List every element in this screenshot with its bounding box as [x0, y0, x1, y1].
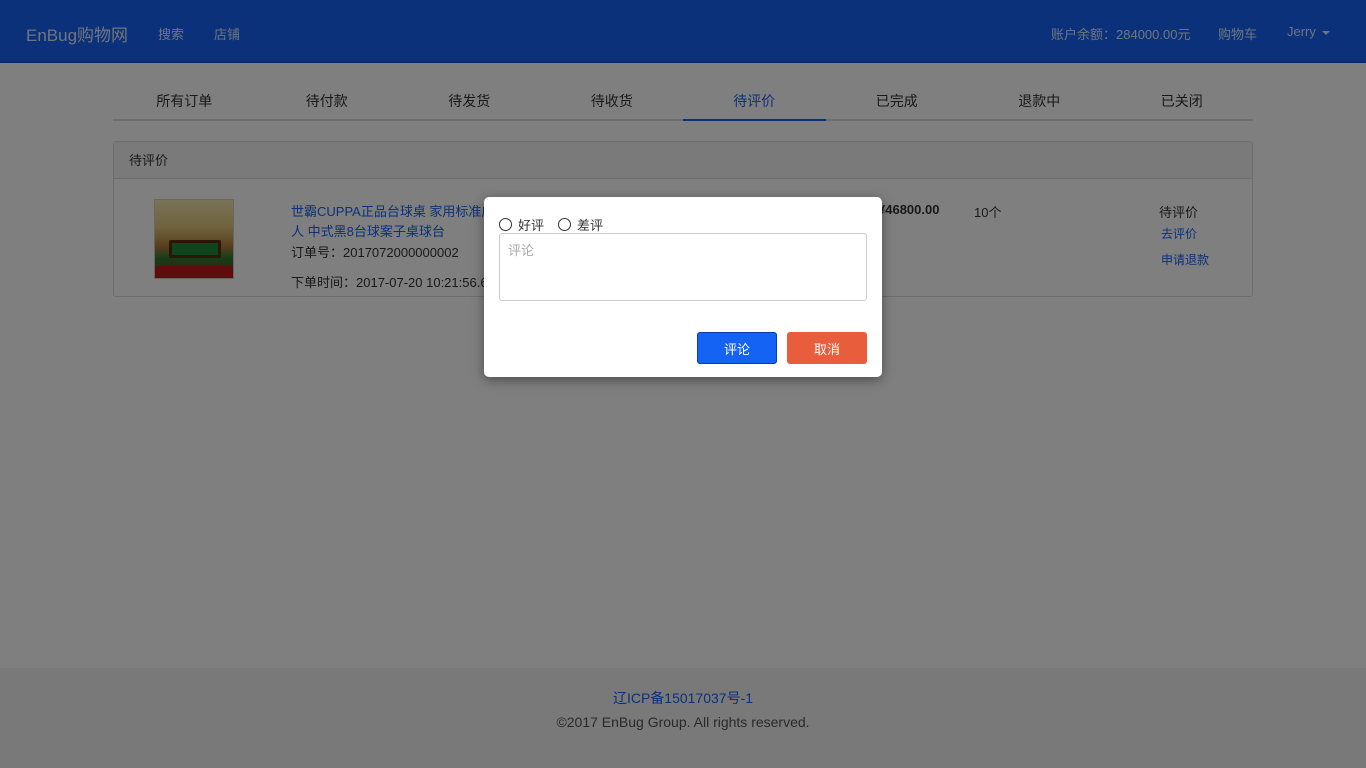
modal-backdrop[interactable]: [0, 0, 1366, 768]
radio-good[interactable]: [499, 218, 512, 231]
rating-bad-option[interactable]: 差评: [558, 215, 603, 234]
rating-options: 好评 差评: [499, 215, 617, 234]
cancel-button[interactable]: 取消: [787, 332, 867, 364]
radio-bad[interactable]: [558, 218, 572, 231]
review-modal: 好评 差评 评论 取消: [484, 197, 882, 377]
submit-review-button[interactable]: 评论: [697, 332, 777, 364]
radio-good-label: 好评: [518, 218, 545, 233]
radio-bad-label: 差评: [577, 218, 604, 233]
comment-textarea[interactable]: [499, 233, 867, 301]
rating-good-option[interactable]: 好评: [499, 215, 544, 234]
